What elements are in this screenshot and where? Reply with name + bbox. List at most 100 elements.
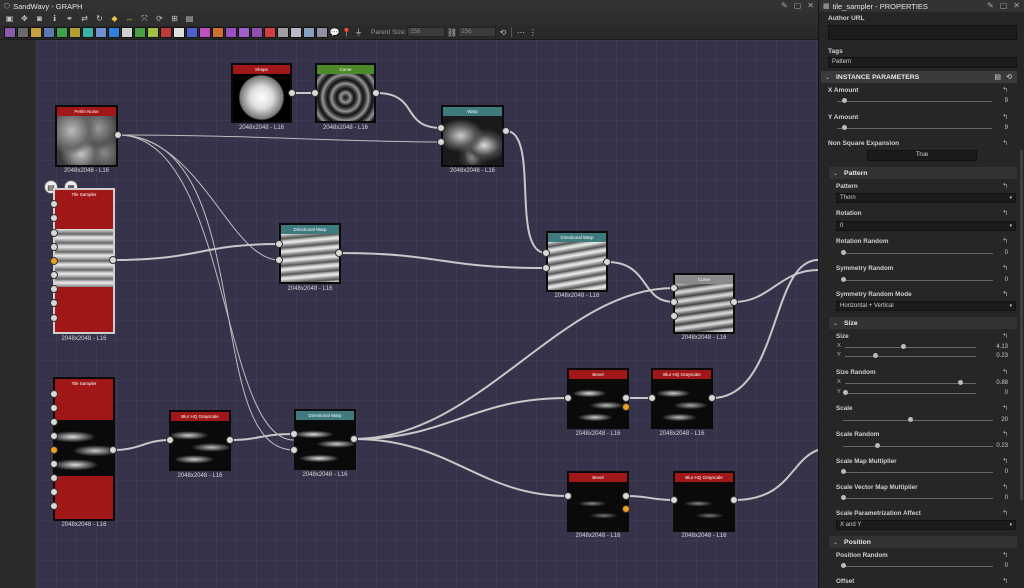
slider-knob[interactable] (840, 250, 846, 255)
reset-icon[interactable]: ↰ (1002, 509, 1008, 517)
output-port[interactable] (730, 496, 738, 504)
input-port[interactable] (50, 502, 58, 510)
input-port[interactable] (311, 89, 319, 97)
input-port[interactable] (648, 394, 656, 402)
node-directional-warp[interactable]: Directional Warp (546, 231, 608, 292)
input-port[interactable] (275, 240, 283, 248)
reset-icon[interactable]: ↰ (1002, 290, 1008, 298)
input-port[interactable] (50, 432, 58, 440)
y-amount-slider[interactable] (837, 128, 992, 129)
export-icon[interactable]: ▤ (184, 14, 195, 24)
scale-param-select[interactable]: X and Y ▾ (836, 520, 1016, 530)
align-icon[interactable]: ⋯ (515, 27, 526, 37)
reset-icon[interactable]: ↰ (1002, 264, 1008, 272)
reset-icon[interactable]: ↰ (1002, 139, 1008, 147)
slider-knob[interactable] (840, 563, 846, 568)
slider-knob[interactable] (908, 417, 913, 422)
input-port[interactable] (50, 285, 58, 293)
input-port[interactable] (50, 460, 58, 468)
swap-icon[interactable]: ⇄ (79, 14, 90, 24)
maximize-icon[interactable]: ▢ (1000, 1, 1008, 10)
input-port[interactable] (670, 496, 678, 504)
size-y-slider[interactable] (845, 356, 976, 357)
output-port[interactable] (335, 249, 343, 257)
slider-knob[interactable] (842, 125, 848, 130)
scale-slider[interactable] (843, 420, 993, 421)
python-icon[interactable]: ◆ (109, 14, 120, 24)
input-port[interactable] (437, 124, 445, 132)
node-curve-2[interactable]: Curve (673, 273, 735, 334)
reset-icon[interactable]: ↰ (1002, 332, 1008, 340)
distance-node-icon[interactable] (212, 26, 224, 38)
link-size-icon[interactable]: ⛓ (446, 27, 457, 37)
input-port[interactable] (275, 256, 283, 264)
input-port[interactable] (50, 200, 58, 208)
reset-icon[interactable]: ↰ (1002, 430, 1008, 438)
pattern-select[interactable]: Thorn ▾ (836, 193, 1016, 203)
noise-node-icon[interactable] (173, 26, 185, 38)
reset-icon[interactable]: ↰ (1002, 457, 1008, 465)
node-directional-warp[interactable]: Directional Warp (294, 409, 356, 470)
info-icon[interactable]: ℹ (49, 14, 60, 24)
input-port[interactable] (670, 298, 678, 306)
author-url-field[interactable] (828, 25, 1017, 40)
svg-node-icon[interactable] (264, 26, 276, 38)
slider-knob[interactable] (840, 277, 846, 282)
properties-scrollbar[interactable] (1020, 150, 1023, 500)
node-tile-sampler[interactable]: Tile Sampler (53, 377, 115, 521)
maximize-icon[interactable]: ▢ (794, 1, 802, 10)
node-blur-hq-grayscale[interactable]: Blur HQ Grayscale (169, 410, 231, 471)
reset-icon[interactable]: ↰ (1002, 86, 1008, 94)
refresh-icon[interactable]: ⟳ (154, 14, 165, 24)
input-port[interactable] (564, 492, 572, 500)
transform-node-icon[interactable] (134, 26, 146, 38)
input-port[interactable] (50, 243, 58, 251)
arrows-icon[interactable]: ↔ (124, 14, 135, 24)
output-port[interactable] (622, 492, 630, 500)
pin-icon[interactable]: ✎ (781, 1, 788, 10)
symmetry-mode-select[interactable]: Horizontal + Vertical ▾ (836, 301, 1016, 311)
emboss-node-icon[interactable] (225, 26, 237, 38)
atomic-node-icon[interactable] (4, 26, 16, 38)
node-blur-hq-grayscale[interactable]: Blur HQ Grayscale (651, 368, 713, 429)
microphone-icon[interactable]: ⏚ (353, 27, 364, 37)
frame-node-icon[interactable] (303, 26, 315, 38)
input-port[interactable] (50, 488, 58, 496)
link-icon[interactable]: ⚭ (64, 14, 75, 24)
position-random-slider[interactable] (843, 566, 993, 567)
blur-node-icon[interactable] (160, 26, 172, 38)
parent-size-width-field[interactable]: 256 (407, 27, 446, 37)
switch-node-icon[interactable] (290, 26, 302, 38)
input-port-active[interactable] (50, 257, 58, 265)
node-bevel[interactable]: Bevel (567, 368, 629, 429)
output-port-active[interactable] (622, 505, 630, 513)
sharpen-node-icon[interactable] (251, 26, 263, 38)
output-port[interactable] (109, 446, 117, 454)
output-port[interactable] (109, 256, 117, 264)
comment-node-icon[interactable] (316, 26, 328, 38)
input-port[interactable] (290, 430, 298, 438)
input-port[interactable] (670, 284, 678, 292)
pattern-node-icon[interactable] (121, 26, 133, 38)
node-perlin-noise[interactable]: Perlin Noise (55, 105, 118, 167)
graph-icon[interactable]: ⊞ (169, 14, 180, 24)
warp-node-icon[interactable] (147, 26, 159, 38)
reset-icon[interactable]: ↰ (1002, 113, 1008, 121)
slider-knob[interactable] (840, 495, 846, 500)
blend-node-icon[interactable] (43, 26, 55, 38)
node-directional-warp[interactable]: Directional Warp (279, 223, 341, 284)
input-port[interactable] (50, 418, 58, 426)
node-bevel[interactable]: Bevel (567, 471, 629, 532)
input-port-active[interactable] (50, 446, 58, 454)
distribute-icon[interactable]: ⋮ (527, 27, 538, 37)
node-tile-sampler-selected[interactable]: Tile Sampler (53, 188, 115, 334)
node-blur-hq-grayscale[interactable]: Blur HQ Grayscale (673, 471, 735, 532)
slider-knob[interactable] (875, 443, 880, 448)
gradient-node-icon[interactable] (95, 26, 107, 38)
output-port[interactable] (350, 435, 358, 443)
non-square-toggle[interactable]: True (867, 150, 977, 161)
size-section[interactable]: ⌄ Size (829, 317, 1017, 329)
pin-icon[interactable]: ✎ (987, 1, 994, 10)
output-port[interactable] (114, 131, 122, 139)
slider-knob[interactable] (957, 380, 963, 385)
